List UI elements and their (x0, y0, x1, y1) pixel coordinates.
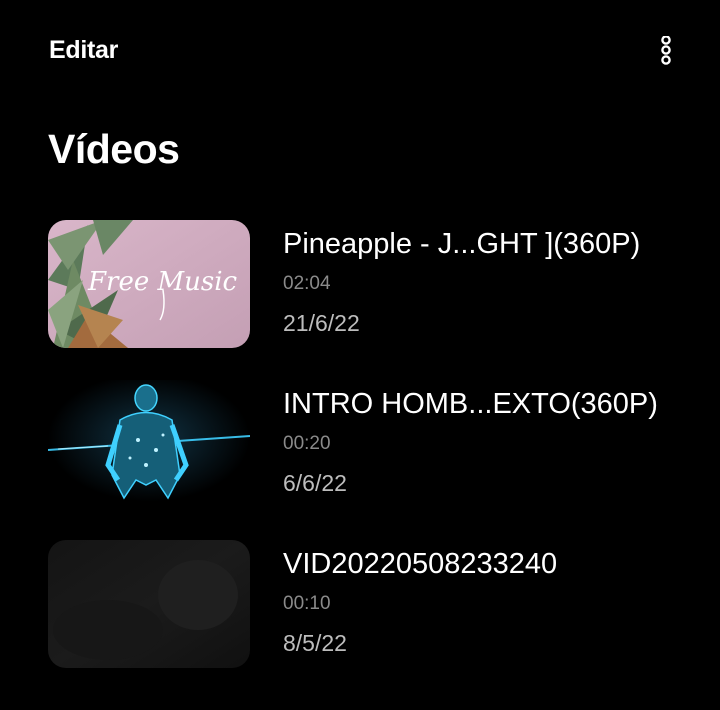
video-duration: 00:10 (283, 593, 331, 614)
video-title: Pineapple - J...GHT ](360P) (283, 228, 641, 260)
video-duration: 00:20 (283, 433, 331, 454)
video-item[interactable]: Free Music Pineapple - J...GHT ](360P) 0… (48, 220, 688, 348)
video-item[interactable]: VID20220508233240 00:10 8/5/22 (48, 540, 688, 668)
dark-scene-thumbnail (48, 540, 250, 668)
video-duration: 02:04 (283, 273, 331, 294)
video-title: VID20220508233240 (283, 548, 558, 580)
pineapple-leaves-thumbnail: Free Music (48, 220, 250, 348)
more-options-button[interactable] (655, 35, 677, 66)
video-thumbnail[interactable]: Free Music (48, 220, 250, 348)
more-vertical-icon (661, 35, 671, 65)
glowing-figure-thumbnail (48, 380, 250, 508)
video-item[interactable]: INTRO HOMB...EXTO(360P) 00:20 6/6/22 (48, 380, 688, 508)
edit-button[interactable]: Editar (49, 36, 118, 65)
thumbnail-text: Free Music (87, 267, 238, 297)
video-title: INTRO HOMB...EXTO(360P) (283, 388, 658, 420)
video-date: 8/5/22 (283, 630, 347, 656)
video-date: 21/6/22 (283, 310, 360, 336)
video-date: 6/6/22 (283, 470, 347, 496)
page-title: Vídeos (48, 126, 180, 172)
video-thumbnail[interactable] (48, 540, 250, 668)
video-thumbnail[interactable] (48, 380, 250, 508)
